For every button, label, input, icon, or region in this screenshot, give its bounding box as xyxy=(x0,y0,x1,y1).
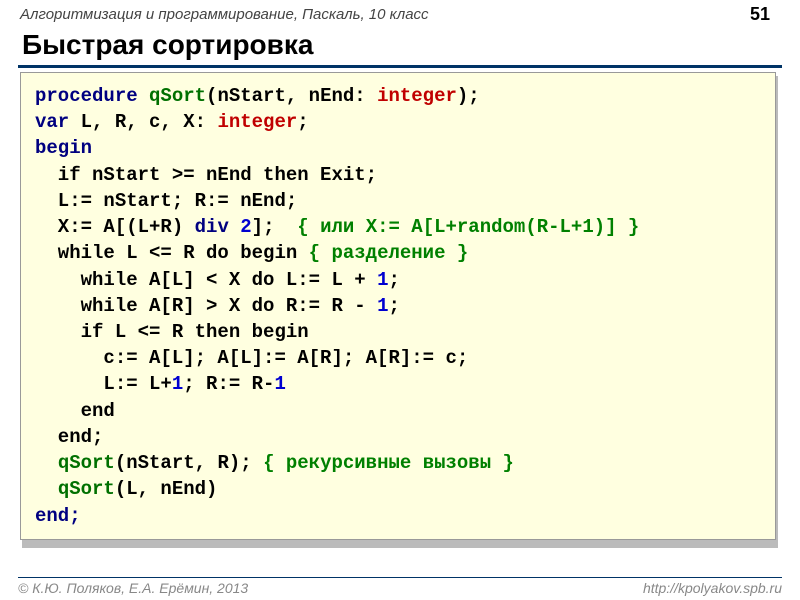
slide-title: Быстрая сортировка xyxy=(18,27,782,65)
id-qsort: qSort xyxy=(149,85,206,107)
type-integer: integer xyxy=(377,85,457,107)
num-2: 2 xyxy=(240,216,251,238)
num-1a: 1 xyxy=(377,269,388,291)
kw-procedure: procedure xyxy=(35,85,138,107)
code-container: procedure qSort(nStart, nEnd: integer); … xyxy=(22,76,778,548)
line-exit: if nStart >= nEnd then Exit; xyxy=(35,164,377,186)
num-1c: 1 xyxy=(172,373,183,395)
semi-1: ; xyxy=(297,111,308,133)
line-outer-while: while L <= R do begin xyxy=(35,242,309,264)
sig-close: ); xyxy=(457,85,480,107)
line-if: if L <= R then begin xyxy=(35,321,309,343)
line-init: L:= nStart; R:= nEnd; xyxy=(35,190,297,212)
semi-2: ; xyxy=(388,269,399,291)
slide-header: Алгоритмизация и программирование, Паска… xyxy=(0,0,800,27)
kw-end: end; xyxy=(35,505,81,527)
kw-var: var xyxy=(35,111,69,133)
id-qsort-r1: qSort xyxy=(58,452,115,474)
slide-footer: © К.Ю. Поляков, Е.А. Ерёмин, 2013 http:/… xyxy=(18,577,782,596)
line-end-outer: end; xyxy=(35,426,103,448)
indent-rec2 xyxy=(35,478,58,500)
line-incdec-a: L:= L+ xyxy=(35,373,172,395)
line-incdec-b: ; R:= R- xyxy=(183,373,274,395)
subject-line: Алгоритмизация и программирование, Паска… xyxy=(20,6,429,23)
comment-recursion: { рекурсивные вызовы } xyxy=(263,452,514,474)
line-swap: c:= A[L]; A[L]:= A[R]; A[R]:= c; xyxy=(35,347,468,369)
sig-open: (nStart, nEnd: xyxy=(206,85,377,107)
var-decl: L, R, c, X: xyxy=(69,111,217,133)
line-pivot-a: X:= A[(L+R) xyxy=(35,216,183,238)
comment-alt-pivot: { или X:= A[L+random(R-L+1)] } xyxy=(297,216,639,238)
footer-url: http://kpolyakov.spb.ru xyxy=(643,580,782,596)
line-pivot-b: ]; xyxy=(252,216,298,238)
kw-div: div xyxy=(195,216,229,238)
semi-3: ; xyxy=(388,295,399,317)
id-qsort-r2: qSort xyxy=(58,478,115,500)
line-while-r: while A[R] > X do R:= R - xyxy=(35,295,377,317)
title-bar: Быстрая сортировка xyxy=(18,27,782,68)
page-number: 51 xyxy=(750,4,770,25)
comment-partition: { разделение } xyxy=(309,242,469,264)
line-while-l: while A[L] < X do L:= L + xyxy=(35,269,377,291)
type-integer-2: integer xyxy=(217,111,297,133)
num-1b: 1 xyxy=(377,295,388,317)
rec2-args: (L, nEnd) xyxy=(115,478,218,500)
indent-rec1 xyxy=(35,452,58,474)
kw-begin: begin xyxy=(35,137,92,159)
footer-authors: © К.Ю. Поляков, Е.А. Ерёмин, 2013 xyxy=(18,580,248,596)
num-1d: 1 xyxy=(274,373,285,395)
rec1-args: (nStart, R); xyxy=(115,452,263,474)
code-block: procedure qSort(nStart, nEnd: integer); … xyxy=(20,72,776,540)
line-end-inner: end xyxy=(35,400,115,422)
